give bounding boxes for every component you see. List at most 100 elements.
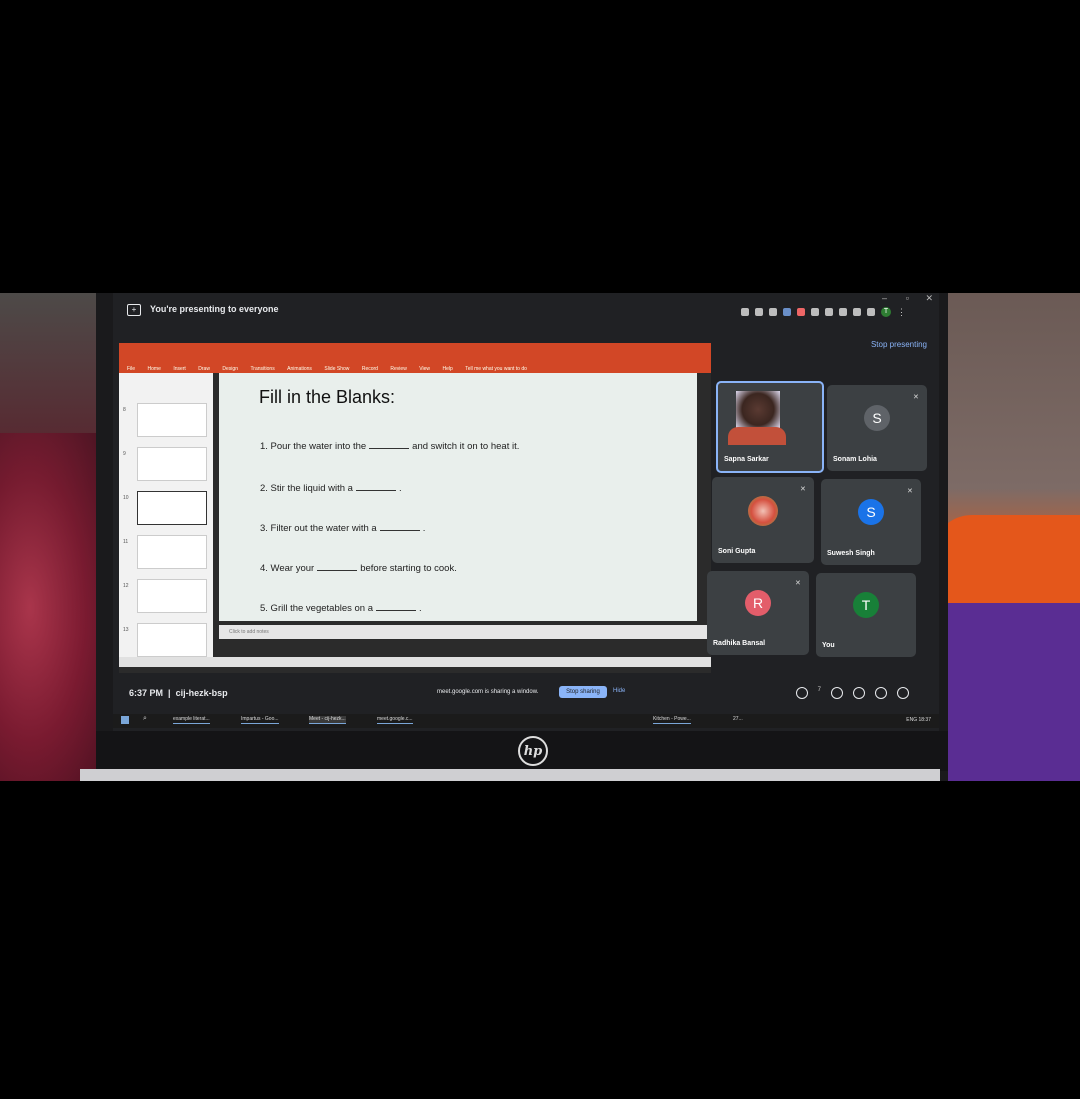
info-icon[interactable] bbox=[795, 687, 808, 699]
camera-icon[interactable] bbox=[741, 308, 749, 316]
host-controls-icon[interactable] bbox=[897, 687, 909, 699]
hide-button[interactable]: Hide bbox=[613, 688, 625, 694]
laptop-base bbox=[80, 769, 940, 781]
blank-line bbox=[317, 570, 358, 571]
blank-line bbox=[369, 448, 410, 449]
participant-photo bbox=[748, 496, 778, 527]
taskbar-item[interactable]: meet.google.c... bbox=[377, 716, 413, 724]
meet-controls: 7 bbox=[795, 687, 909, 699]
close-icon[interactable]: ✕ bbox=[925, 293, 933, 304]
blank-line bbox=[355, 490, 396, 491]
participant-tile[interactable]: Sapna Sarkar bbox=[716, 381, 824, 473]
presenting-banner: + You're presenting to everyone bbox=[117, 299, 737, 325]
slide-number: 12 bbox=[123, 583, 129, 589]
star-icon[interactable] bbox=[769, 308, 777, 316]
taskbar-item[interactable]: Kitchen - Powe... bbox=[653, 716, 691, 724]
participant-name: Soni Gupta bbox=[718, 548, 756, 555]
ribbon-tab[interactable]: Design bbox=[222, 366, 238, 372]
blank-line bbox=[379, 530, 420, 531]
slide-number: 9 bbox=[123, 451, 126, 457]
slide-thumbnail-selected[interactable] bbox=[137, 491, 207, 525]
slide-thumbnail[interactable] bbox=[137, 579, 207, 613]
activities-icon[interactable] bbox=[875, 687, 887, 699]
ppt-status-bar bbox=[119, 657, 711, 667]
participant-avatar: R bbox=[745, 589, 771, 616]
mic-off-icon: ✕ bbox=[795, 580, 801, 587]
ribbon-tab[interactable]: Draw bbox=[198, 366, 210, 372]
ribbon-tab[interactable]: File bbox=[127, 366, 135, 372]
slide-number: 8 bbox=[123, 407, 126, 413]
participant-name: Radhika Bansal bbox=[713, 640, 766, 647]
ribbon-tab[interactable]: Slide Show bbox=[324, 366, 349, 372]
participant-tile[interactable]: ✕ R Radhika Bansal bbox=[707, 571, 809, 655]
people-icon[interactable] bbox=[831, 687, 843, 699]
stop-sharing-button[interactable]: Stop sharing bbox=[559, 686, 607, 698]
reading-list-icon[interactable] bbox=[853, 308, 861, 316]
more-menu-icon[interactable]: ⋮ bbox=[897, 307, 906, 318]
present-screen-icon: + bbox=[127, 304, 141, 316]
slide-thumbnail[interactable] bbox=[137, 623, 207, 657]
meeting-info: 6:37 PM | cij-hezk-bsp bbox=[129, 688, 228, 698]
question-3: 3. Filter out the water with a. bbox=[260, 523, 425, 534]
participant-avatar: T bbox=[853, 591, 879, 618]
sharing-notice: meet.google.com is sharing a window. bbox=[437, 689, 539, 695]
minimize-icon[interactable]: – bbox=[882, 293, 887, 303]
taskbar-item[interactable]: Meet - cij-hezk... bbox=[309, 716, 346, 724]
meet-bottom-bar: 6:37 PM | cij-hezk-bsp meet.google.com i… bbox=[113, 683, 939, 709]
participant-name: You bbox=[822, 642, 835, 649]
mic-off-icon: ✕ bbox=[913, 394, 919, 401]
question-text: 3. Filter out the water with a bbox=[260, 523, 377, 534]
share-icon[interactable] bbox=[755, 308, 763, 316]
mic-off-icon: ✕ bbox=[800, 486, 806, 493]
ribbon-tab[interactable]: Transitions bbox=[250, 366, 274, 372]
participant-tile[interactable]: T You bbox=[816, 573, 916, 657]
slide-thumbnail[interactable] bbox=[137, 535, 207, 569]
windows-start-icon[interactable] bbox=[121, 716, 129, 724]
pink-fabric bbox=[0, 433, 100, 781]
search-icon[interactable]: ⌕ bbox=[143, 715, 147, 723]
presenting-text: You're presenting to everyone bbox=[150, 304, 279, 314]
question-2: 2. Stir the liquid with a. bbox=[260, 483, 402, 494]
profile-avatar[interactable]: T bbox=[881, 307, 891, 317]
extension-icon[interactable] bbox=[811, 308, 819, 316]
weather-widget[interactable]: 27... bbox=[733, 716, 743, 723]
system-tray[interactable]: ENG 18:37 bbox=[906, 717, 931, 723]
slide-thumbnail[interactable] bbox=[137, 447, 207, 481]
extension-icon[interactable] bbox=[797, 308, 805, 316]
ribbon-tab[interactable]: View bbox=[419, 366, 430, 372]
slide-number: 13 bbox=[123, 627, 129, 633]
meeting-code: cij-hezk-bsp bbox=[175, 688, 228, 698]
slide-thumbnail[interactable] bbox=[137, 403, 207, 437]
blank-line bbox=[376, 610, 417, 611]
ribbon-tab[interactable]: Home bbox=[148, 366, 161, 372]
puzzle-icon[interactable] bbox=[839, 308, 847, 316]
sidebar-icon[interactable] bbox=[867, 308, 875, 316]
stop-presenting-link[interactable]: Stop presenting bbox=[871, 340, 927, 349]
ppt-titlebar bbox=[119, 343, 711, 357]
extension-icon[interactable] bbox=[825, 308, 833, 316]
browser-extensions: T ⋮ bbox=[741, 305, 939, 319]
ppt-search[interactable]: Tell me what you want to do bbox=[465, 366, 527, 372]
question-text: 5. Grill the vegetables on a bbox=[260, 603, 374, 614]
ribbon-tab[interactable]: Insert bbox=[173, 366, 186, 372]
question-4: 4. Wear your before starting to cook. bbox=[260, 563, 457, 574]
extension-icon[interactable] bbox=[783, 308, 791, 316]
notes-pane[interactable]: Click to add notes bbox=[219, 625, 707, 639]
taskbar-item[interactable]: example literat... bbox=[173, 716, 210, 724]
divider: | bbox=[168, 688, 171, 698]
participant-tile[interactable]: ✕ Soni Gupta bbox=[712, 477, 814, 563]
photo-scene: – ▫ ✕ + You're presenting to everyone T … bbox=[0, 293, 1080, 781]
chat-icon[interactable] bbox=[853, 687, 865, 699]
current-slide[interactable]: Fill in the Blanks: 1. Pour the water in… bbox=[219, 373, 697, 621]
people-count-badge: 7 bbox=[817, 687, 821, 693]
question-text: . bbox=[422, 523, 426, 534]
ribbon-tab[interactable]: Record bbox=[362, 366, 378, 372]
taskbar-item[interactable]: Impartus - Goo... bbox=[241, 716, 279, 724]
ribbon-tab[interactable]: Review bbox=[390, 366, 406, 372]
participant-tile[interactable]: ✕ S Suwesh Singh bbox=[821, 479, 921, 565]
ribbon-tab[interactable]: Animations bbox=[287, 366, 312, 372]
participant-tile[interactable]: ✕ S Sonam Lohia bbox=[827, 385, 927, 471]
slide-title: Fill in the Blanks: bbox=[259, 387, 396, 407]
maximize-icon[interactable]: ▫ bbox=[906, 293, 909, 303]
ribbon-tab[interactable]: Help bbox=[442, 366, 452, 372]
